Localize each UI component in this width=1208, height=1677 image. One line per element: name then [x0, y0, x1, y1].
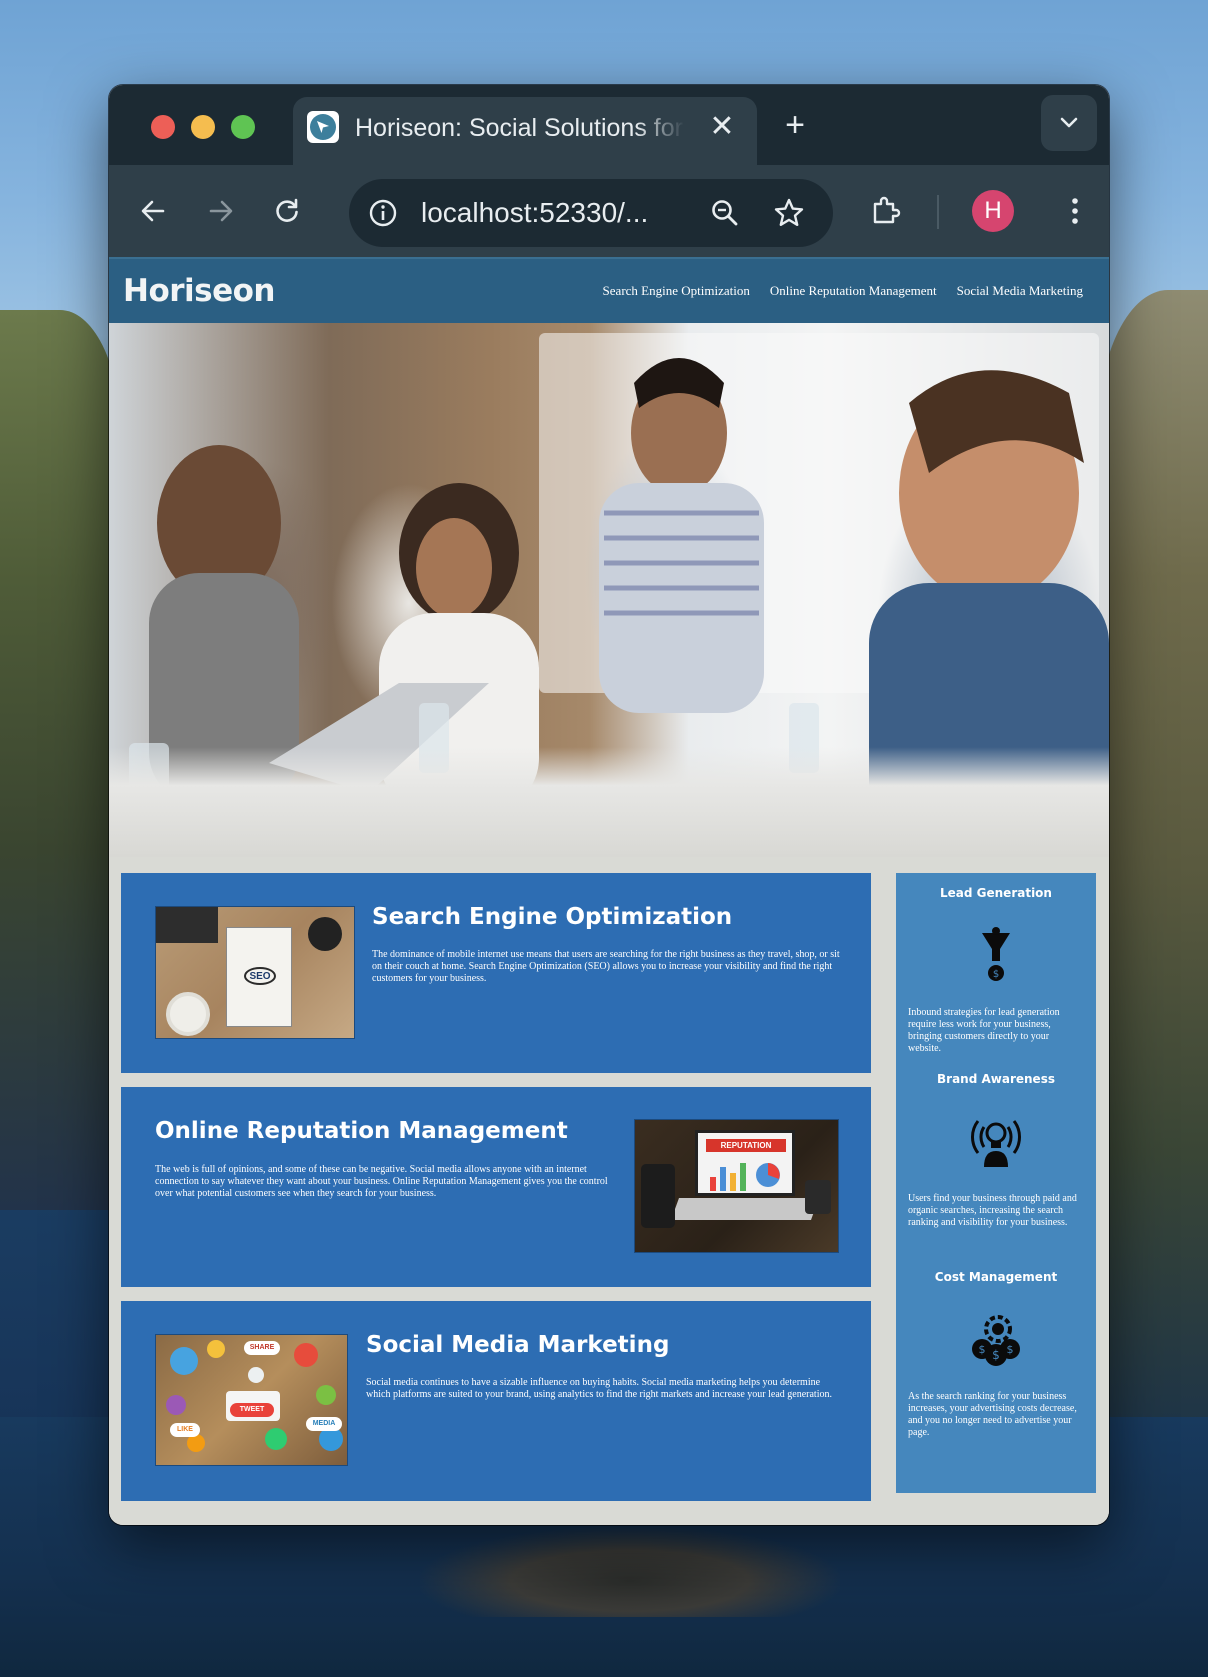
arrow-right-icon	[209, 200, 233, 222]
reputation-phone	[641, 1164, 675, 1228]
arrow-left-icon	[141, 200, 165, 222]
card-title-social-media: Social Media Marketing	[366, 1332, 670, 1358]
social-word-media: MEDIA	[312, 1420, 336, 1427]
social-media-image: SHARE TWEET LIKE MEDIA	[155, 1334, 348, 1466]
minimize-window-button[interactable]	[191, 115, 215, 139]
content-card-social-media: SHARE TWEET LIKE MEDIA Social Media Mark…	[121, 1301, 871, 1501]
site-info-icon[interactable]	[363, 193, 403, 233]
svg-text:$: $	[979, 1343, 986, 1356]
wallpaper-cliff-right	[1098, 290, 1208, 1440]
lead-generation-icon: $	[966, 925, 1026, 985]
site-logo: Horiseon	[123, 273, 276, 309]
site-header: Horiseon Search Engine Optimization Onli…	[109, 257, 1109, 323]
seo-pen-holder	[308, 917, 342, 951]
forward-button[interactable]	[199, 189, 243, 233]
tab-close-button[interactable]: ✕	[705, 111, 739, 145]
tab-search-button[interactable]	[1041, 95, 1097, 151]
benefit-text: As the search ranking for your business …	[908, 1391, 1077, 1438]
browser-toolbar: localhost:52330/... H	[109, 165, 1109, 257]
reputation-laptop-screen: REPUTATION	[695, 1130, 795, 1196]
tab-active[interactable]: Horiseon: Social Solutions for Innovativ…	[293, 97, 757, 165]
reputation-image: REPUTATION	[634, 1119, 839, 1253]
page-viewport: Horiseon Search Engine Optimization Onli…	[109, 257, 1109, 1525]
hero-image	[109, 323, 1109, 857]
svg-text:$: $	[993, 969, 999, 980]
seo-image: SEO	[155, 906, 355, 1039]
extensions-button[interactable]	[863, 189, 907, 233]
back-button[interactable]	[131, 189, 175, 233]
card-title-seo: Search Engine Optimization	[372, 904, 733, 930]
chevron-down-icon	[1060, 117, 1078, 128]
wallpaper-cliff-left	[0, 310, 120, 1210]
benefit-title: Lead Generation	[940, 886, 1052, 900]
benefit-text: Users find your business through paid an…	[908, 1193, 1077, 1228]
maximize-window-button[interactable]	[231, 115, 255, 139]
favicon-icon	[307, 111, 339, 143]
nav-link-seo[interactable]: Search Engine Optimization	[603, 283, 750, 299]
card-text-social-media: Social media continues to have a sizable…	[366, 1377, 832, 1400]
bookmark-star-icon[interactable]	[769, 193, 809, 233]
reputation-chart-icon	[710, 1163, 780, 1191]
content-card-reputation: Online Reputation Management The web is …	[121, 1087, 871, 1287]
new-tab-button[interactable]: +	[775, 107, 815, 147]
seo-label: SEO	[244, 967, 276, 985]
benefit-title: Cost Management	[934, 1270, 1058, 1284]
card-title-reputation: Online Reputation Management	[155, 1118, 568, 1144]
social-word-like: LIKE	[177, 1426, 193, 1433]
menu-button[interactable]	[1053, 189, 1097, 233]
tab-title: Horiseon: Social Solutions for Innovativ…	[355, 114, 685, 142]
card-text-reputation: The web is full of opinions, and some of…	[155, 1164, 608, 1199]
svg-text:$: $	[1007, 1343, 1014, 1356]
card-text-seo: The dominance of mobile internet use mea…	[372, 949, 840, 984]
hero-table	[109, 747, 1109, 857]
profile-avatar[interactable]: H	[972, 190, 1014, 232]
social-word-share: SHARE	[249, 1344, 275, 1351]
benefit-text: Inbound strategies for lead generation r…	[908, 1007, 1060, 1054]
puzzle-icon	[873, 196, 901, 224]
toolbar-divider	[937, 195, 939, 229]
close-window-button[interactable]	[151, 115, 175, 139]
wallpaper-rocks	[420, 1527, 840, 1617]
more-vert-icon	[1072, 198, 1078, 224]
benefit-title: Brand Awareness	[937, 1072, 1055, 1086]
reputation-mug	[805, 1180, 831, 1214]
content-card-seo: SEO Search Engine Optimization The domin…	[121, 873, 871, 1073]
seo-coffee-cup	[166, 992, 210, 1036]
url-text[interactable]: localhost:52330/...	[421, 195, 681, 231]
reputation-label: REPUTATION	[706, 1139, 786, 1152]
cost-management-icon: $ $ $	[966, 1309, 1026, 1369]
zoom-icon[interactable]	[705, 193, 745, 233]
seo-laptop	[156, 907, 218, 943]
nav-link-reputation[interactable]: Online Reputation Management	[770, 283, 937, 299]
benefits-sidebar: Lead Generation $ Inbound strategies for…	[896, 873, 1096, 1493]
nav-link-social-media[interactable]: Social Media Marketing	[957, 283, 1083, 299]
browser-window: Horiseon: Social Solutions for Innovativ…	[109, 85, 1109, 1525]
address-bar[interactable]: localhost:52330/...	[349, 179, 833, 247]
brand-awareness-icon	[966, 1111, 1026, 1171]
svg-text:$: $	[992, 1348, 1000, 1362]
reputation-laptop-base	[670, 1198, 820, 1220]
social-word-tweet: TWEET	[239, 1406, 265, 1413]
reload-icon	[276, 198, 298, 222]
tab-bar: Horiseon: Social Solutions for Innovativ…	[109, 85, 1109, 165]
site-nav: Search Engine Optimization Online Reputa…	[603, 283, 1083, 299]
reload-button[interactable]	[265, 189, 309, 233]
